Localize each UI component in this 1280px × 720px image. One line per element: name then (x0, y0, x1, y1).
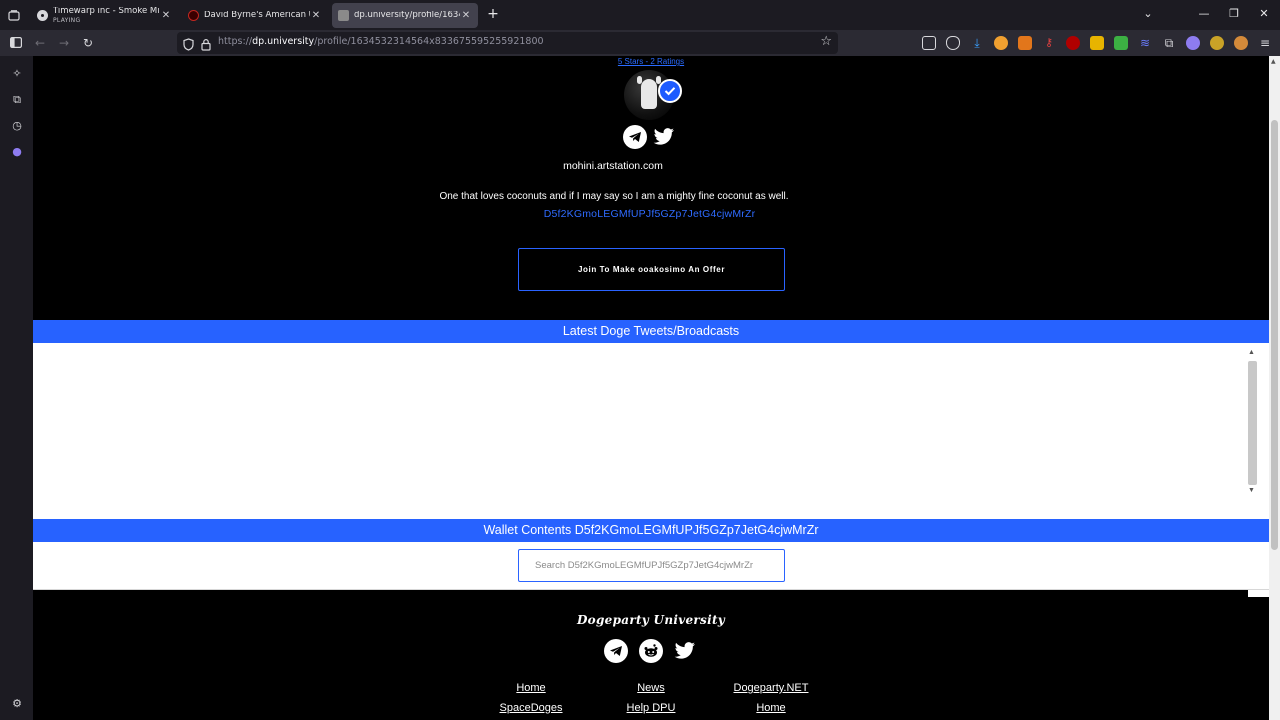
lock-icon[interactable] (201, 36, 211, 55)
extension-sidebar-icon[interactable]: ● (9, 144, 25, 160)
ublock-icon[interactable] (1066, 36, 1080, 50)
tab-title: dp.university/profile/1634532314 (354, 11, 460, 20)
audio-favicon-icon (37, 10, 48, 21)
close-window-icon[interactable]: ✕ (1256, 6, 1272, 22)
page-scrollbar-thumb[interactable] (1271, 120, 1278, 550)
tab-list-icon[interactable] (4, 5, 24, 25)
forward-arrow-icon[interactable]: → (56, 35, 72, 51)
downloads-icon[interactable]: ⤓ (970, 36, 984, 50)
footer-link-help-dpu[interactable]: Help DPU (591, 702, 711, 714)
back-arrow-icon[interactable]: ← (32, 35, 48, 51)
ratings-link[interactable]: 5 Stars - 2 Ratings (33, 57, 1269, 66)
new-tab-icon[interactable]: + (486, 6, 500, 22)
ai-chatbot-icon[interactable]: ✧ (9, 66, 25, 82)
profile-username: mohini.artstation.com (563, 160, 663, 172)
tweets-scrollbar[interactable] (1248, 361, 1257, 485)
extension-icon[interactable] (1186, 36, 1200, 50)
footer-link-spacedoges[interactable]: SpaceDoges (471, 702, 591, 714)
tab-title: Timewarp inc - Smoke Miasma (53, 6, 160, 16)
history-clock-icon[interactable]: ◷ (9, 118, 25, 134)
pocket-icon[interactable] (946, 36, 960, 50)
extension-icon[interactable] (1114, 36, 1128, 50)
wallet-address-link[interactable]: D5f2KGmoLEGMfUPJf5GZp7JetG4cjwMrZr (33, 208, 1266, 220)
wallet-section-header: Wallet Contents D5f2KGmoLEGMfUPJf5GZp7Je… (33, 519, 1269, 542)
verified-icon (658, 79, 682, 103)
extensions-puzzle-icon[interactable]: ⧉ (1162, 36, 1176, 50)
hamburger-menu-icon[interactable]: ≡ (1257, 35, 1273, 51)
telegram-icon[interactable] (604, 639, 628, 663)
footer-link-home[interactable]: Home (471, 682, 591, 694)
sidebar-toggle-icon[interactable] (8, 35, 24, 51)
restore-icon[interactable]: ❐ (1226, 6, 1242, 22)
browser-sidebar: ✧ ⧉ ◷ ● ⚙ (0, 56, 33, 720)
close-tab-icon[interactable]: ✕ (160, 10, 172, 21)
extension-icon[interactable] (1210, 36, 1224, 50)
page-scrollbar[interactable]: ▲ (1269, 56, 1280, 720)
footer-brand: Dogeparty University (576, 613, 726, 627)
tab-timewarp[interactable]: Timewarp inc - Smoke MiasmaPLAYING ✕ (31, 3, 178, 28)
minimize-icon[interactable]: — (1196, 6, 1212, 22)
bookmark-star-icon[interactable]: ☆ (820, 34, 832, 49)
tweets-section-header: Latest Doge Tweets/Broadcasts (33, 320, 1269, 343)
reload-icon[interactable]: ↻ (80, 35, 96, 51)
list-all-tabs-chevron-icon[interactable]: ⌄ (1140, 6, 1156, 22)
screenshot-extension-icon[interactable] (922, 36, 936, 50)
tab-dp-university[interactable]: dp.university/profile/1634532314 ✕ (332, 3, 478, 28)
footer-link-home-2[interactable]: Home (711, 702, 831, 714)
tab-title: David Byrne's American Utopia (204, 11, 310, 20)
tweets-feed[interactable]: ▲ ▼ (33, 343, 1269, 663)
close-tab-icon[interactable]: ✕ (310, 10, 322, 21)
twitter-icon[interactable] (673, 639, 697, 663)
make-offer-button[interactable]: Join To Make ooakosimo An Offer (518, 248, 785, 291)
telegram-icon[interactable] (623, 125, 647, 149)
profile-bio: One that loves coconuts and if I may say… (439, 191, 789, 202)
settings-gear-icon[interactable]: ⚙ (9, 696, 25, 712)
tracking-shield-icon[interactable] (183, 36, 194, 55)
close-tab-icon[interactable]: ✕ (460, 10, 472, 21)
twitter-icon[interactable] (652, 125, 676, 149)
extension-icon[interactable] (994, 36, 1008, 50)
navigation-toolbar: ← → ↻ https://dp.university/profile/1634… (0, 30, 1280, 56)
footer-link-news[interactable]: News (591, 682, 711, 694)
extension-icon[interactable] (1234, 36, 1248, 50)
url-text[interactable]: https://dp.university/profile/1634532314… (218, 36, 544, 47)
video-favicon-icon (188, 10, 199, 21)
site-favicon-icon (338, 10, 349, 21)
reddit-icon[interactable] (639, 639, 663, 663)
tab-american-utopia[interactable]: David Byrne's American Utopia ✕ (182, 3, 328, 28)
tab-strip: Timewarp inc - Smoke MiasmaPLAYING ✕ Dav… (0, 0, 1280, 30)
key-extension-icon[interactable]: ⚷ (1042, 36, 1056, 50)
site-footer: Dogeparty University Home News Dogeparty… (33, 597, 1269, 720)
scroll-up-arrow-icon[interactable]: ▲ (1271, 58, 1276, 65)
extension-icon[interactable]: ≋ (1138, 36, 1152, 50)
address-bar[interactable]: https://dp.university/profile/1634532314… (177, 32, 838, 54)
wallet-search-input[interactable]: Search D5f2KGmoLEGMfUPJf5GZp7JetG4cjwMrZ… (518, 549, 785, 582)
wallet-contents: Search D5f2KGmoLEGMfUPJf5GZp7JetG4cjwMrZ… (33, 542, 1269, 590)
extension-icon[interactable] (1090, 36, 1104, 50)
synced-tabs-icon[interactable]: ⧉ (9, 92, 25, 108)
page-viewport: 5 Stars - 2 Ratings mohini.artstation.co… (33, 56, 1269, 720)
metamask-icon[interactable] (1018, 36, 1032, 50)
tab-playing-label: PLAYING (53, 16, 81, 24)
footer-link-dogeparty-net[interactable]: Dogeparty.NET (711, 682, 831, 694)
